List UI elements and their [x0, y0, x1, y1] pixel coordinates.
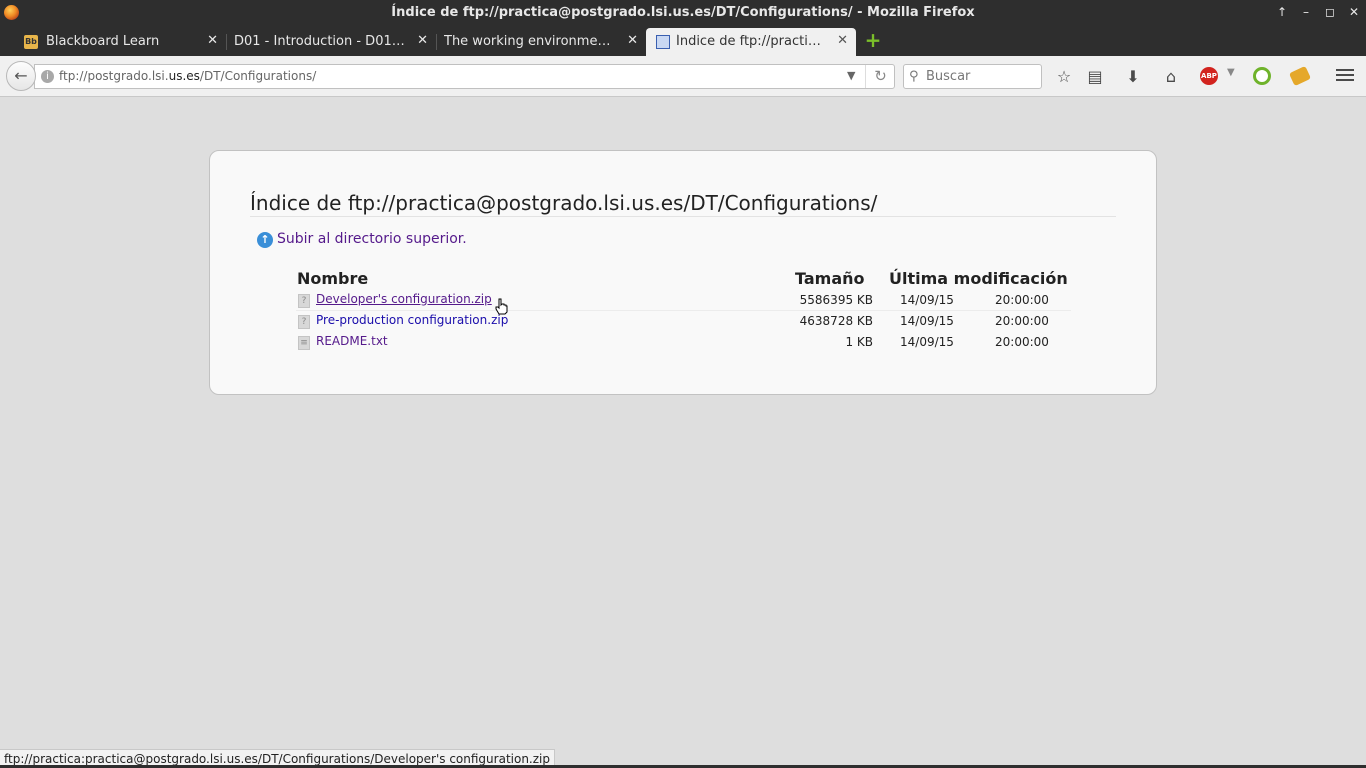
file-link[interactable]: Pre-production configuration.zip [316, 313, 508, 327]
close-tab-icon[interactable]: ✕ [417, 33, 428, 48]
monitor-icon [656, 35, 670, 49]
history-dropdown-icon[interactable]: ▼ [847, 69, 855, 82]
file-link[interactable]: README.txt [316, 334, 388, 348]
window-titlebar: Índice de ftp://practica@postgrado.lsi.u… [0, 0, 1366, 25]
download-icon[interactable]: ⬇ [1122, 66, 1144, 88]
window-title: Índice de ftp://practica@postgrado.lsi.u… [391, 5, 975, 20]
bookmark-star-icon[interactable]: ☆ [1053, 66, 1075, 88]
file-size: 5586395 KB [799, 293, 873, 307]
globe-icon: i [41, 70, 54, 83]
adblock-plus-icon[interactable]: ABP [1200, 67, 1218, 85]
page-title: Índice de ftp://practica@postgrado.lsi.u… [250, 191, 878, 215]
unknown-file-icon: ? [298, 315, 310, 329]
tab-label: Índice de ftp://practic... [676, 34, 824, 49]
column-header-name[interactable]: Nombre [297, 269, 368, 288]
tab-strip: Bb Blackboard Learn ✕ D01 - Introduction… [0, 25, 1366, 56]
back-arrow-icon: ← [14, 66, 28, 85]
reload-icon[interactable]: ↻ [865, 65, 895, 88]
tab-ftp-index[interactable]: Índice de ftp://practic... ✕ [646, 28, 856, 56]
home-icon[interactable]: ⌂ [1160, 66, 1182, 88]
back-button[interactable]: ← [6, 61, 36, 91]
directory-listing-panel: Índice de ftp://practica@postgrado.lsi.u… [209, 150, 1157, 395]
file-time: 20:00:00 [995, 293, 1049, 307]
hand-cursor-icon [495, 298, 508, 315]
column-header-size[interactable]: Tamaño [795, 269, 865, 288]
reading-list-icon[interactable]: ▤ [1084, 66, 1106, 88]
tab-d01-introduction[interactable]: D01 - Introduction - D01 ... ✕ [226, 28, 437, 56]
column-header-modified[interactable]: Última modificación [889, 269, 1068, 288]
file-size: 1 KB [845, 335, 873, 349]
search-input[interactable] [926, 68, 1036, 85]
tab-label: D01 - Introduction - D01 ... [234, 34, 406, 49]
arrow-up-icon[interactable]: ↑ [1274, 4, 1290, 20]
url-text[interactable]: ftp://postgrado.lsi.us.es/DT/Configurati… [59, 69, 316, 83]
file-date: 14/09/15 [900, 293, 954, 307]
close-window-icon[interactable]: ✕ [1346, 4, 1362, 20]
search-icon: ⚲ [909, 69, 919, 84]
nav-toolbar: i ftp://postgrado.lsi.us.es/DT/Configura… [0, 56, 1366, 97]
file-time: 20:00:00 [995, 335, 1049, 349]
close-tab-icon[interactable]: ✕ [837, 33, 848, 48]
url-suffix: /DT/Configurations/ [199, 69, 317, 83]
maximize-icon[interactable]: ◻ [1322, 4, 1338, 20]
file-date: 14/09/15 [900, 314, 954, 328]
divider [250, 216, 1116, 217]
adblock-dropdown-icon[interactable]: ▼ [1227, 67, 1235, 78]
tab-label: The working environment... [444, 34, 618, 49]
tab-working-environment[interactable]: The working environment... ✕ [436, 28, 646, 56]
file-link[interactable]: Developer's configuration.zip [316, 292, 492, 306]
new-tab-button[interactable]: + [864, 30, 882, 50]
url-domain: us.es [168, 69, 200, 83]
table-row[interactable]: ? Developer's configuration.zip 5586395 … [296, 290, 1071, 311]
arrow-up-circle-icon: ↑ [257, 232, 273, 248]
file-date: 14/09/15 [900, 335, 954, 349]
tab-blackboard[interactable]: Bb Blackboard Learn ✕ [14, 28, 227, 56]
text-file-icon: ≡ [298, 336, 310, 350]
blackboard-icon: Bb [24, 35, 38, 49]
url-bar[interactable]: i ftp://postgrado.lsi.us.es/DT/Configura… [34, 64, 895, 89]
search-box[interactable]: ⚲ [903, 64, 1042, 89]
table-row[interactable]: ≡ README.txt 1 KB 14/09/15 20:00:00 [296, 332, 1071, 353]
tab-label: Blackboard Learn [46, 34, 160, 49]
file-size: 4638728 KB [799, 314, 873, 328]
unknown-file-icon: ? [298, 294, 310, 308]
close-tab-icon[interactable]: ✕ [207, 33, 218, 48]
extension-refresh-icon[interactable] [1253, 67, 1271, 85]
parent-directory-label[interactable]: Subir al directorio superior. [277, 231, 467, 247]
file-time: 20:00:00 [995, 314, 1049, 328]
url-prefix: ftp://postgrado.lsi. [59, 69, 169, 83]
hamburger-menu-icon[interactable] [1336, 66, 1354, 84]
table-row[interactable]: ? Pre-production configuration.zip 46387… [296, 311, 1071, 332]
close-tab-icon[interactable]: ✕ [627, 33, 638, 48]
minimize-icon[interactable]: – [1298, 4, 1314, 20]
